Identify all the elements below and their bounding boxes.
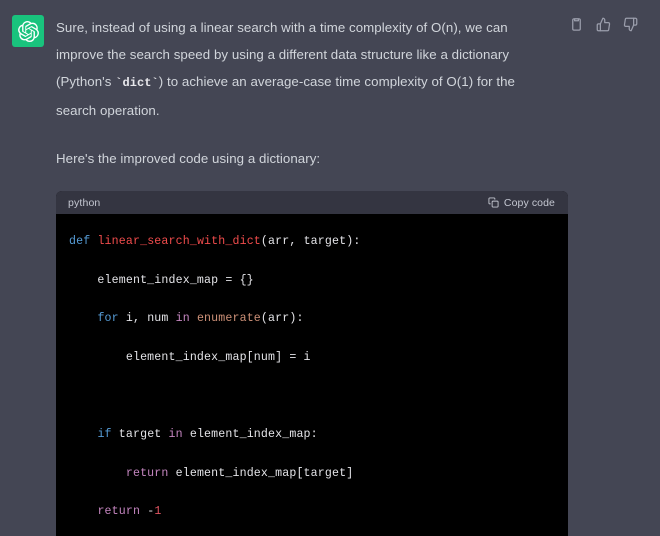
code-line: ​ xyxy=(69,386,568,405)
code-token: element_index_map: xyxy=(182,427,318,441)
paragraph-1: Sure, instead of using a linear search w… xyxy=(56,14,546,124)
openai-logo-icon xyxy=(17,20,39,42)
code-block-header: python Copy code xyxy=(56,191,568,214)
avatar-column xyxy=(0,14,56,536)
code-line: for i, num in enumerate(arr): xyxy=(69,309,568,328)
code-line: if target in element_index_map: xyxy=(69,425,568,444)
copy-code-button[interactable]: Copy code xyxy=(488,197,555,209)
code-token: element_index_map[target] xyxy=(168,466,354,480)
thumbs-up-icon[interactable] xyxy=(596,17,611,32)
code-token: 1 xyxy=(154,505,162,519)
code-token: in xyxy=(168,427,183,441)
message-content: Sure, instead of using a linear search w… xyxy=(56,14,660,536)
code-token: (arr, target): xyxy=(260,235,361,248)
code-line: return element_index_map[target] xyxy=(69,464,568,483)
code-token: (arr): xyxy=(260,312,304,326)
code-token: i, num xyxy=(118,312,176,326)
code-token: return xyxy=(125,466,169,480)
code-token: enumerate xyxy=(196,312,261,326)
code-token: in xyxy=(175,312,190,326)
paragraph-2: Here's the improved code using a diction… xyxy=(56,151,321,166)
code-language-label: python xyxy=(68,196,101,209)
code-token: linear_search_with_dict xyxy=(97,235,261,248)
assistant-avatar xyxy=(12,15,44,47)
code-token: if xyxy=(97,427,112,441)
assistant-message: Sure, instead of using a linear search w… xyxy=(0,0,660,536)
message-actions xyxy=(569,17,638,32)
code-token: for xyxy=(97,312,119,326)
code-block: python Copy code def linear_search_with_… xyxy=(56,191,568,536)
code-line: def linear_search_with_dict(arr, target)… xyxy=(69,232,568,251)
code-line: element_index_map[num] = i xyxy=(69,348,568,367)
code-token: def xyxy=(69,235,91,248)
code-line: element_index_map = {} xyxy=(69,271,568,290)
inline-code-dict: `dict` xyxy=(115,76,159,90)
copy-message-icon[interactable] xyxy=(569,17,584,32)
code-token: return xyxy=(97,505,141,519)
code-token: element_index_map[num] = i xyxy=(69,350,311,364)
code-token: target xyxy=(111,427,169,441)
copy-code-label: Copy code xyxy=(503,196,555,209)
code-content[interactable]: def linear_search_with_dict(arr, target)… xyxy=(56,214,568,536)
thumbs-down-icon[interactable] xyxy=(623,17,638,32)
code-line: return -1 xyxy=(69,502,568,521)
code-token: element_index_map = {} xyxy=(69,273,254,287)
clipboard-icon xyxy=(488,197,499,208)
